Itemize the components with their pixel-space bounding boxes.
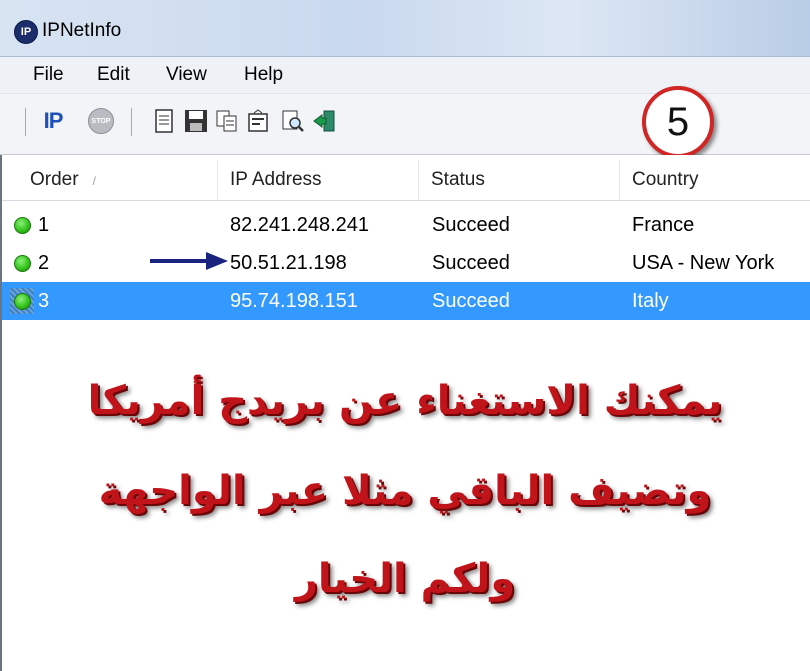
row-country: Italy: [632, 290, 669, 312]
save-icon[interactable]: [183, 108, 209, 134]
step-callout: 5: [642, 86, 714, 158]
annotation-arrow-icon: [150, 252, 228, 270]
ip-lookup-label: IP: [43, 108, 64, 133]
toolbar-separator: [131, 108, 132, 136]
app-icon: IP: [14, 20, 38, 44]
copy-icon[interactable]: [214, 108, 240, 134]
menu-help[interactable]: Help: [244, 64, 283, 86]
ip-lookup-icon[interactable]: IP: [40, 108, 66, 134]
exit-icon[interactable]: [312, 108, 338, 134]
row-order: 1: [38, 214, 50, 236]
stop-icon[interactable]: STOP: [88, 108, 114, 134]
table-row[interactable]: 1 82.241.248.241 Succeed France: [0, 206, 810, 244]
column-header-ip-label: IP Address: [230, 169, 322, 190]
row-status: Succeed: [432, 290, 510, 312]
title-bar: IP IPNetInfo: [0, 0, 810, 57]
row-country: USA - New York: [632, 252, 775, 274]
column-header-status[interactable]: Status: [419, 160, 620, 200]
toolbar-separator: [25, 108, 26, 136]
properties-icon[interactable]: [245, 108, 271, 134]
row-ip: 50.51.21.198: [230, 252, 347, 274]
list-header: Order / IP Address Status Country: [0, 160, 810, 201]
row-status: Succeed: [432, 214, 510, 236]
annotation-text-line3: ولكم الخيار: [294, 556, 516, 602]
column-header-order-label: Order: [30, 169, 79, 190]
column-header-country-label: Country: [632, 169, 699, 190]
column-header-status-label: Status: [431, 169, 485, 190]
find-icon[interactable]: [280, 108, 306, 134]
row-ip: 95.74.198.151: [230, 290, 358, 312]
annotation-text-line2: وتضيف الباقي مثلا عبر الواجهة: [98, 468, 712, 514]
annotation-text-line1: يمكنك الاستغناء عن بريدج أمريكا: [87, 378, 723, 424]
row-ip: 82.241.248.241: [230, 214, 370, 236]
row-order: 2: [38, 252, 50, 274]
stop-label: STOP: [88, 108, 114, 134]
column-header-country[interactable]: Country: [620, 160, 810, 200]
sort-indicator-icon: /: [92, 174, 96, 188]
row-order: 3: [38, 290, 50, 312]
status-ok-icon: [14, 217, 31, 234]
menu-edit[interactable]: Edit: [97, 64, 130, 86]
menu-view[interactable]: View: [166, 64, 207, 86]
menu-file[interactable]: File: [33, 64, 64, 86]
column-header-order[interactable]: Order /: [22, 160, 218, 200]
table-row-selected[interactable]: 3 95.74.198.151 Succeed Italy: [0, 282, 810, 320]
report-icon[interactable]: [151, 108, 177, 134]
column-header-ip[interactable]: IP Address: [218, 160, 419, 200]
status-ok-icon: [14, 293, 31, 310]
status-ok-icon: [14, 255, 31, 272]
table-row[interactable]: 2 50.51.21.198 Succeed USA - New York: [0, 244, 810, 282]
row-status: Succeed: [432, 252, 510, 274]
row-country: France: [632, 214, 695, 236]
window-title: IPNetInfo: [42, 20, 122, 41]
